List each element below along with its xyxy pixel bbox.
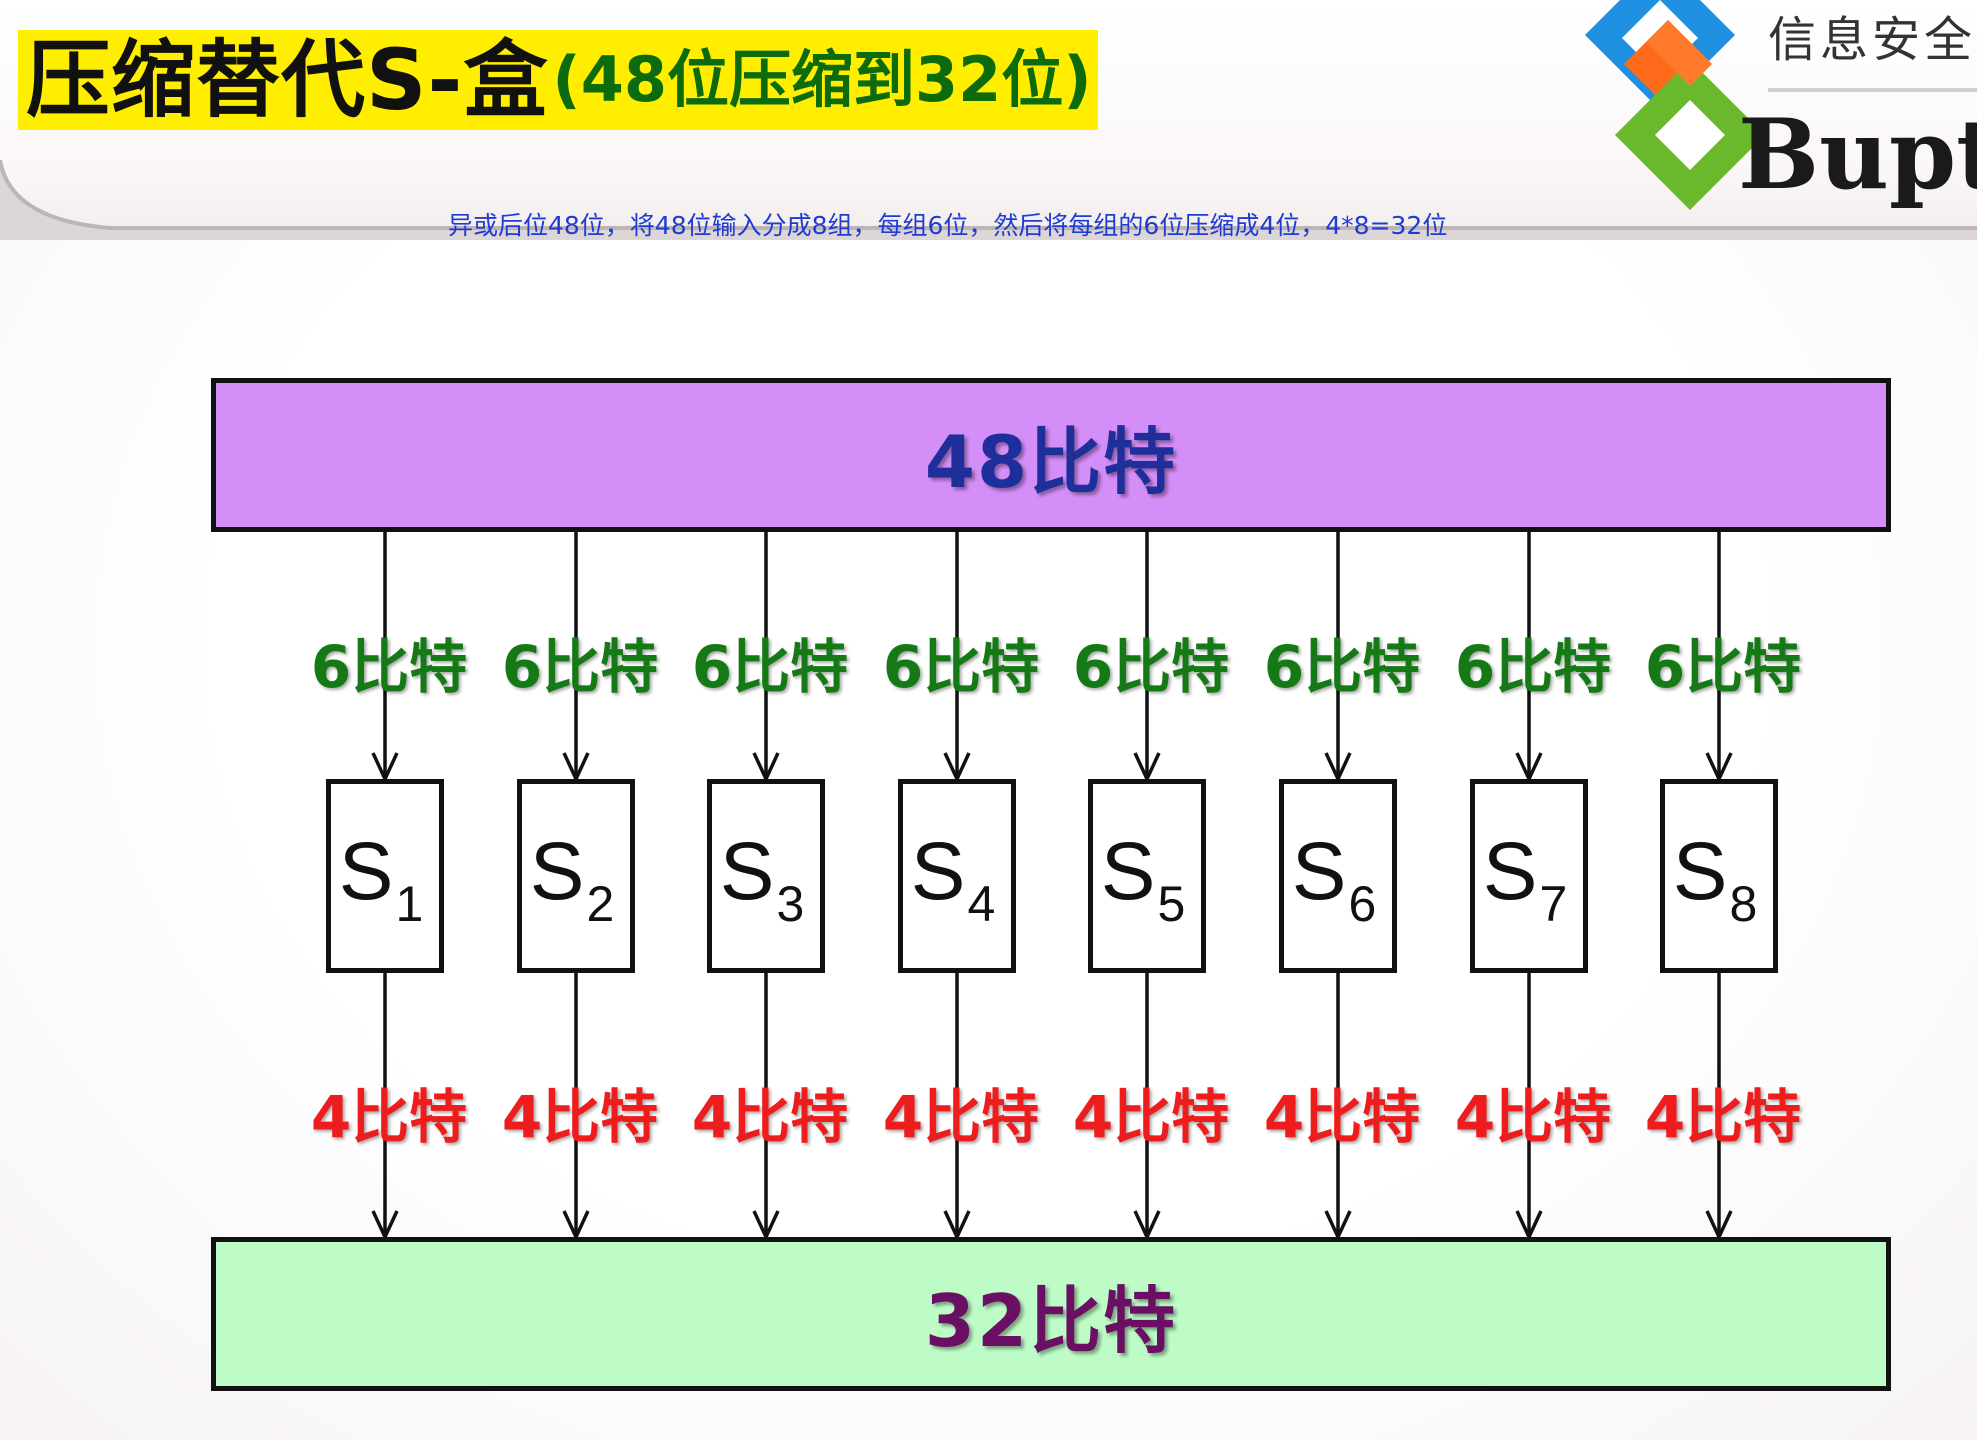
sbox-label: S4 bbox=[911, 831, 996, 930]
sbox-index: 3 bbox=[776, 876, 805, 932]
output-group-bits-label: 4比特 bbox=[501, 1083, 659, 1151]
sbox-3: S3 bbox=[707, 779, 825, 973]
sbox-index: 4 bbox=[967, 876, 996, 932]
sbox-label: S8 bbox=[1673, 831, 1758, 930]
sbox-label: S1 bbox=[339, 831, 424, 930]
sbox-2: S2 bbox=[517, 779, 635, 973]
input-48bit-box: 48比特 bbox=[211, 378, 1891, 532]
sbox-letter: S bbox=[338, 826, 394, 917]
arrow-layer bbox=[371, 532, 1733, 1242]
sbox-letter: S bbox=[1482, 826, 1538, 917]
sbox-label: S7 bbox=[1483, 831, 1568, 930]
output-group-bits-label: 4比特 bbox=[1072, 1083, 1230, 1151]
sbox-letter: S bbox=[719, 826, 775, 917]
output-group-bits-label: 4比特 bbox=[882, 1083, 1040, 1151]
sbox-letter: S bbox=[529, 826, 585, 917]
input-group-bits-label: 6比特 bbox=[1072, 633, 1230, 701]
sbox-label: S3 bbox=[720, 831, 805, 930]
sbox-1: S1 bbox=[326, 779, 444, 973]
sbox-label: S6 bbox=[1292, 831, 1377, 930]
output-group-bits-label: 4比特 bbox=[1454, 1083, 1612, 1151]
sbox-index: 2 bbox=[586, 876, 615, 932]
sbox-index: 7 bbox=[1539, 876, 1568, 932]
sbox-7: S7 bbox=[1470, 779, 1588, 973]
input-group-bits-label: 6比特 bbox=[310, 633, 468, 701]
sbox-letter: S bbox=[910, 826, 966, 917]
sbox-letter: S bbox=[1672, 826, 1728, 917]
sbox-diagram: 48比特 32比特 S1 6比特 4比特 S2 6比特 4比特 S3 6比特 4比特 S4 6比特 4… bbox=[0, 0, 1977, 1440]
output-group-bits-label: 4比特 bbox=[1263, 1083, 1421, 1151]
sbox-letter: S bbox=[1291, 826, 1347, 917]
sbox-index: 6 bbox=[1348, 876, 1377, 932]
sbox-8: S8 bbox=[1660, 779, 1778, 973]
sbox-5: S5 bbox=[1088, 779, 1206, 973]
input-group-bits-label: 6比特 bbox=[691, 633, 849, 701]
sbox-index: 5 bbox=[1157, 876, 1186, 932]
sbox-label: S2 bbox=[530, 831, 615, 930]
output-group-bits-label: 4比特 bbox=[1644, 1083, 1802, 1151]
sbox-letter: S bbox=[1100, 826, 1156, 917]
sbox-6: S6 bbox=[1279, 779, 1397, 973]
input-group-bits-label: 6比特 bbox=[501, 633, 659, 701]
sbox-label: S5 bbox=[1101, 831, 1186, 930]
input-48bit-label: 48比特 bbox=[924, 419, 1178, 504]
output-group-bits-label: 4比特 bbox=[310, 1083, 468, 1151]
sbox-4: S4 bbox=[898, 779, 1016, 973]
output-32bit-box: 32比特 bbox=[211, 1237, 1891, 1391]
input-group-bits-label: 6比特 bbox=[1454, 633, 1612, 701]
sbox-index: 8 bbox=[1729, 876, 1758, 932]
sbox-index: 1 bbox=[395, 876, 424, 932]
output-group-bits-label: 4比特 bbox=[691, 1083, 849, 1151]
output-32bit-label: 32比特 bbox=[924, 1278, 1178, 1363]
input-group-bits-label: 6比特 bbox=[882, 633, 1040, 701]
input-group-bits-label: 6比特 bbox=[1263, 633, 1421, 701]
slide: 压缩替代S-盒 (48位压缩到32位) 异或后位48位，将48位输入分成8组，每… bbox=[0, 0, 1977, 1440]
input-group-bits-label: 6比特 bbox=[1644, 633, 1802, 701]
